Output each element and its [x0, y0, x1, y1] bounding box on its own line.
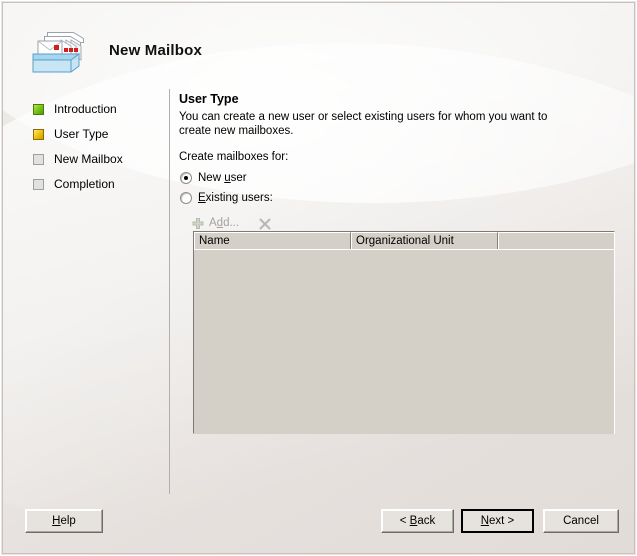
radio-indicator-new-user [180, 172, 192, 184]
existing-users-listview[interactable]: Name Organizational Unit [193, 231, 615, 434]
listview-body[interactable] [194, 250, 614, 434]
panel-divider [169, 89, 170, 494]
sidebar-item-completion[interactable]: Completion [33, 172, 163, 197]
content-heading: User Type [179, 91, 619, 107]
sidebar-item-label: New Mailbox [54, 152, 123, 166]
cancel-button[interactable]: Cancel [543, 509, 619, 533]
mailbox-stack-icon [25, 28, 91, 76]
sidebar-item-label: Introduction [54, 102, 117, 116]
add-button-label: Add... [209, 217, 239, 229]
add-button[interactable]: Add... [192, 213, 239, 233]
remove-x-icon [259, 217, 271, 229]
radio-indicator-existing-users [180, 192, 192, 204]
plus-icon [192, 217, 204, 229]
radio-new-user[interactable]: New user [179, 168, 619, 188]
back-button[interactable]: < Back [381, 509, 454, 533]
window-content: New Mailbox Introduction User Type New M… [2, 2, 635, 554]
column-header-organizational-unit[interactable]: Organizational Unit [351, 232, 498, 249]
next-button-label: Next > [481, 515, 515, 527]
step-status-icon-user-type [33, 129, 44, 140]
help-button-label: Help [52, 515, 76, 527]
sidebar-item-label: User Type [54, 127, 108, 141]
next-button[interactable]: Next > [461, 509, 534, 533]
sidebar-item-introduction[interactable]: Introduction [33, 97, 163, 122]
listview-header: Name Organizational Unit [194, 232, 614, 250]
sidebar-item-label: Completion [54, 177, 115, 191]
sidebar-item-user-type[interactable]: User Type [33, 122, 163, 147]
step-status-icon-new-mailbox [33, 154, 44, 165]
new-mailbox-wizard-window: New Mailbox Introduction User Type New M… [0, 0, 637, 556]
radio-existing-users[interactable]: Existing users: [179, 188, 619, 208]
back-button-label: < Back [400, 515, 436, 527]
content-pane: User Type You can create a new user or s… [179, 91, 619, 235]
wizard-footer: Help < Back Next > Cancel [3, 495, 634, 553]
column-header-blank[interactable] [498, 232, 614, 249]
wizard-steps: Introduction User Type New Mailbox Compl… [33, 97, 163, 197]
sidebar-item-new-mailbox[interactable]: New Mailbox [33, 147, 163, 172]
step-status-icon-introduction [33, 104, 44, 115]
page-title: New Mailbox [109, 42, 202, 59]
content-description: You can create a new user or select exis… [179, 110, 581, 138]
radio-group-label: Create mailboxes for: [179, 151, 619, 163]
radio-label-existing-users: Existing users: [198, 192, 273, 204]
radio-label-new-user: New user [198, 172, 247, 184]
help-button[interactable]: Help [25, 509, 103, 533]
wizard-header: New Mailbox [3, 3, 634, 85]
column-header-name[interactable]: Name [194, 232, 351, 249]
step-status-icon-completion [33, 179, 44, 190]
remove-button[interactable] [257, 213, 275, 233]
